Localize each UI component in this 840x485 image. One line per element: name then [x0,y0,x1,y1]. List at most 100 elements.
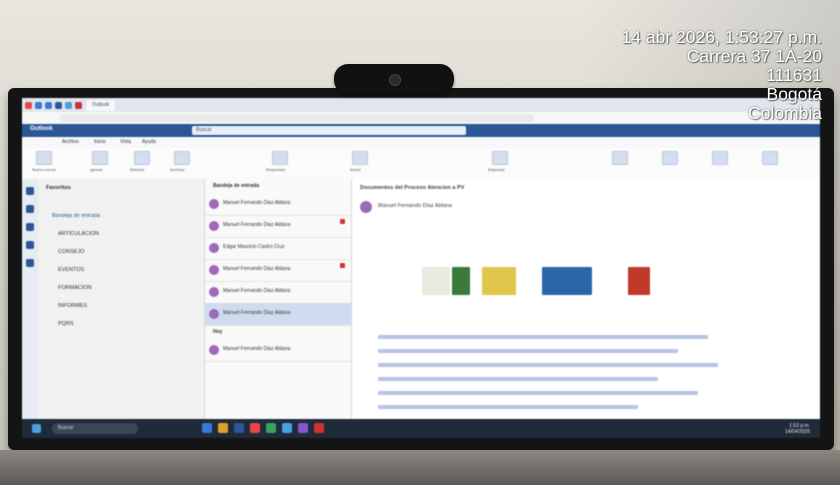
ribbon-label: Archivar [170,167,185,172]
app-title: Outlook [30,126,53,132]
list-section-today: Hoy [213,329,223,335]
reply-button[interactable] [272,151,288,165]
ribbon-label: Responder [266,167,286,172]
list-item[interactable]: Edgar Mauricio Castro Cruz [205,237,351,260]
ribbon-button[interactable] [712,151,728,165]
attachment-thumbnail[interactable] [542,267,592,295]
browser-icon [55,101,62,109]
app-icon[interactable] [266,423,276,433]
ribbon-label: Nuevo correo [32,167,57,172]
list-item[interactable]: Manuel Fernando Diaz Aldana [205,215,351,238]
list-item[interactable]: Manuel Fernando Diaz Aldana [205,339,351,362]
tab-vista[interactable]: Vista [120,139,131,145]
avatar [209,265,219,275]
list-item[interactable]: Manuel Fernando Diaz Aldana [205,281,351,304]
monitor-screen: Outlook Outlook Buscar Archivo Inicio Vi… [22,98,820,438]
people-icon[interactable] [26,223,34,231]
taskbar-search[interactable]: Buscar [52,423,138,434]
message-sender: Manuel Fernando Diaz Aldana [223,200,291,206]
apps-icon[interactable] [26,259,34,267]
message-sender: Edgar Mauricio Castro Cruz [223,244,285,250]
attachment-thumbnail[interactable] [628,267,650,295]
folder-inbox[interactable]: Bandeja de entrada [52,213,100,219]
chrome-icon[interactable] [250,423,260,433]
new-mail-button[interactable] [36,151,52,165]
message-body-line [378,363,718,367]
message-list: Bandeja de entrada Manuel Fernando Diaz … [205,179,352,419]
list-item[interactable]: Manuel Fernando Diaz Aldana [205,259,351,282]
message-sender: Manuel Fernando Diaz Aldana [223,310,291,316]
browser-icon [45,101,52,109]
message-body-line [378,349,678,353]
outlook-icon[interactable] [234,423,244,433]
app-icon[interactable] [314,423,324,433]
browser-tab-outlook[interactable]: Outlook [86,99,116,111]
files-icon[interactable] [26,241,34,249]
calendar-icon[interactable] [26,205,34,213]
ribbon-button[interactable] [612,151,628,165]
attachment-thumbnail[interactable] [452,267,470,295]
message-sender: Manuel Fernando Diaz Aldana [223,346,291,352]
overlay-address: Carrera 37 1A-20 [686,46,822,66]
message-sender: Manuel Fernando Diaz Aldana [223,222,291,228]
folder-item[interactable]: EVENTOS [58,267,84,273]
avatar [360,201,372,213]
message-body-line [378,405,638,409]
attachment-thumbnail[interactable] [482,267,516,295]
overlay-datetime: 14 abr 2026, 1:53:27 p.m. [621,27,822,47]
overlay-city: Bogotá [766,84,822,104]
url-field[interactable] [60,114,534,122]
tags-button[interactable] [492,151,508,165]
archive-button[interactable] [174,151,190,165]
avatar [209,221,219,231]
folder-item[interactable]: FORMACION [58,285,92,291]
ribbon-tabs: Archivo Inicio Vista Ayuda [22,137,820,147]
overlay-code: 111631 [766,65,822,85]
folder-pane: Favoritos Bandeja de entrada ARTICULACIO… [38,179,205,419]
tab-inicio[interactable]: Inicio [94,139,106,145]
message-sender: Manuel Fernando Diaz Aldana [378,203,452,209]
message-sender: Manuel Fernando Diaz Aldana [223,288,291,294]
ribbon-button[interactable] [662,151,678,165]
avatar [209,309,219,319]
browser-icon [25,101,32,109]
flag-icon[interactable] [340,263,345,268]
ribbon-label: Mover [350,167,362,172]
tab-archivo[interactable]: Archivo [62,139,79,145]
favorites-header[interactable]: Favoritos [46,185,71,191]
message-body-line [378,391,698,395]
list-item[interactable]: Manuel Fernando Diaz Aldana [205,193,351,216]
teams-icon[interactable] [298,423,308,433]
flag-icon[interactable] [340,219,345,224]
message-body-line [378,335,708,339]
folder-icon[interactable] [218,423,228,433]
app-icon[interactable] [202,423,212,433]
search-input[interactable]: Buscar [192,126,466,135]
ribbon-button[interactable] [762,151,778,165]
browser-icon [35,101,42,109]
taskbar-clock[interactable]: 1:53 p.m. 14/04/2026 [785,423,810,435]
attachment-thumbnail[interactable] [422,267,450,295]
ignore-button[interactable] [92,151,108,165]
tab-ayuda[interactable]: Ayuda [142,139,156,145]
windows-taskbar: Buscar 1:53 p.m. 14/04/2026 [22,419,820,438]
browser-icon [65,101,72,109]
move-button[interactable] [352,151,368,165]
ribbon-label: Etiquetas [488,167,505,172]
start-icon[interactable] [32,424,41,433]
folder-item[interactable]: ARTICULACION [58,231,99,237]
app-icon[interactable] [282,423,292,433]
list-item-selected[interactable]: Manuel Fernando Diaz Aldana [205,303,351,326]
message-body-line [378,377,658,381]
folder-item[interactable]: CONSEJO [58,249,85,255]
timestamp-overlay: 14 abr 2026, 1:53:27 p.m. Carrera 37 1A-… [622,28,822,123]
desk-surface [0,450,840,485]
reading-pane: Documentos del Proceso Atencion a PV Man… [352,179,820,419]
list-title: Bandeja de entrada [213,183,260,189]
delete-button[interactable] [134,151,150,165]
webcam-lens [389,74,401,86]
folder-item[interactable]: INFORMES [58,303,87,309]
avatar [209,345,219,355]
folder-item[interactable]: PQRS [58,321,74,327]
mail-icon[interactable] [26,187,34,195]
